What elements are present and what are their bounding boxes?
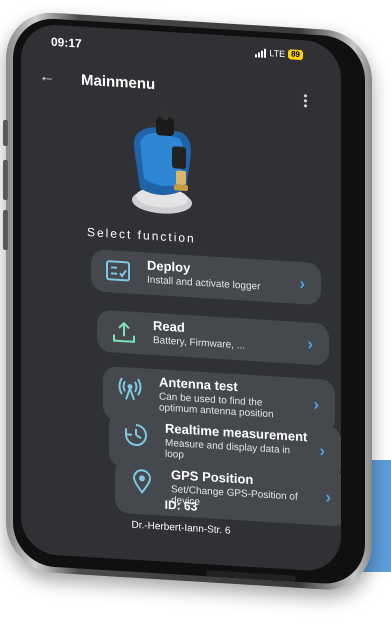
menu-item-deploy[interactable]: Deploy Install and activate logger › — [91, 249, 321, 305]
chevron-right-icon: › — [319, 441, 325, 461]
checklist-icon — [105, 258, 131, 286]
section-label: Select function — [87, 225, 196, 246]
timer-icon — [123, 421, 149, 449]
logger-device-image — [116, 107, 206, 223]
menu-item-description: Install and activate logger — [147, 275, 260, 293]
menu-item-label: Read — [153, 318, 185, 335]
menu-item-description: Battery, Firmware, ... — [153, 335, 245, 352]
phone-screen: 09:17 LTE 89 ← Mainmenu — [21, 23, 341, 573]
status-time: 09:17 — [51, 35, 82, 51]
arrow-left-icon[interactable]: ← — [39, 68, 55, 87]
side-button — [3, 210, 8, 250]
antenna-icon — [117, 375, 143, 403]
status-indicators: LTE 89 — [255, 47, 303, 60]
upload-icon — [111, 318, 137, 346]
side-button — [3, 160, 8, 200]
location-pin-icon — [129, 468, 155, 496]
page-title: Mainmenu — [81, 72, 155, 94]
phone-mockup: 09:17 LTE 89 ← Mainmenu — [6, 10, 386, 633]
chevron-right-icon: › — [325, 488, 331, 508]
phone-frame: 09:17 LTE 89 ← Mainmenu — [6, 10, 372, 592]
side-button — [3, 120, 8, 146]
chevron-right-icon: › — [313, 395, 319, 415]
battery-icon: 89 — [288, 49, 303, 60]
app-bar: ← Mainmenu — [21, 63, 341, 115]
menu-item-read[interactable]: Read Battery, Firmware, ... › — [97, 310, 329, 366]
menu-item-label: Deploy — [147, 258, 190, 276]
chevron-right-icon: › — [307, 334, 313, 354]
signal-icon — [255, 48, 266, 58]
more-vert-icon[interactable] — [304, 94, 307, 107]
network-type: LTE — [269, 48, 285, 59]
chevron-right-icon: › — [299, 274, 305, 294]
